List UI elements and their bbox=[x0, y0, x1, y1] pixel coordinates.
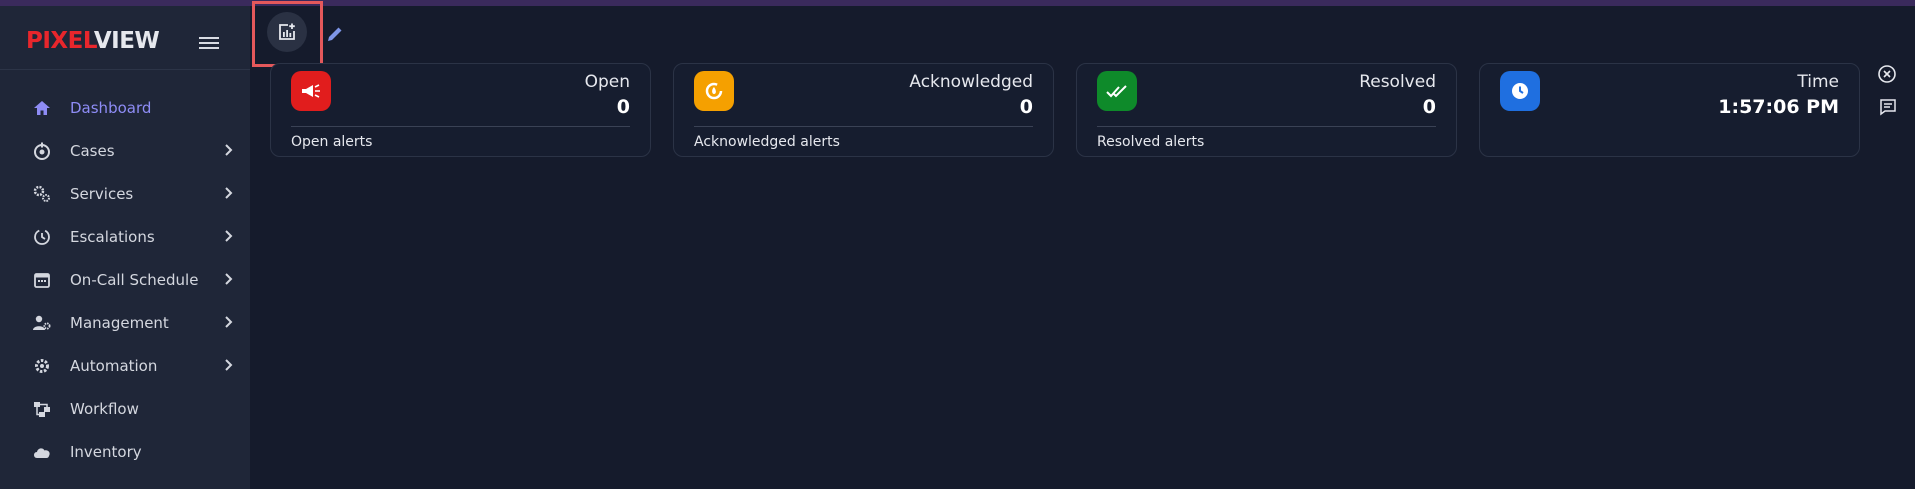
sidebar-item-workflow[interactable]: Workflow bbox=[0, 387, 250, 430]
resolved-badge bbox=[1097, 71, 1137, 111]
sidebar-item-cases[interactable]: Cases bbox=[0, 129, 250, 172]
double-check-icon bbox=[1106, 85, 1127, 98]
card-divider bbox=[291, 126, 630, 127]
sidebar-item-dashboard[interactable]: Dashboard bbox=[0, 86, 250, 129]
sidebar-item-on-call-schedule[interactable]: On-Call Schedule bbox=[0, 258, 250, 301]
acknowledged-alerts-card[interactable]: Acknowledged 0 Acknowledged alerts bbox=[673, 63, 1054, 157]
chevron-right-icon bbox=[225, 359, 233, 371]
time-badge bbox=[1500, 71, 1540, 111]
sidebar-item-management[interactable]: Management bbox=[0, 301, 250, 344]
brand-logo-part2: VIEW bbox=[93, 28, 160, 54]
card-footer: Acknowledged alerts bbox=[694, 134, 840, 150]
sidebar-item-label: Automation bbox=[70, 356, 158, 375]
cloud-icon bbox=[34, 448, 50, 458]
sidebar-item-escalations[interactable]: Escalations bbox=[0, 215, 250, 258]
workflow-icon bbox=[34, 402, 50, 417]
sidebar-item-label: On-Call Schedule bbox=[70, 270, 199, 289]
sidebar-item-automation[interactable]: Automation bbox=[0, 344, 250, 387]
brand-logo-part1: PIXEL bbox=[26, 28, 94, 54]
card-value: 0 bbox=[1422, 96, 1436, 118]
chevron-right-icon bbox=[225, 316, 233, 328]
edit-pencil-icon[interactable] bbox=[325, 24, 345, 44]
card-divider bbox=[694, 126, 1033, 127]
clock-icon bbox=[1512, 83, 1528, 99]
card-title: Time bbox=[1797, 72, 1839, 92]
card-title: Acknowledged bbox=[909, 72, 1033, 92]
acknowledge-icon bbox=[705, 82, 723, 100]
acknowledged-badge bbox=[694, 71, 734, 111]
current-time: 1:57:06 PM bbox=[1718, 96, 1839, 118]
card-value: 0 bbox=[616, 96, 630, 118]
sidebar-item-label: Cases bbox=[70, 141, 115, 160]
card-divider bbox=[1097, 126, 1436, 127]
menu-toggle-icon[interactable] bbox=[199, 34, 219, 54]
card-value: 0 bbox=[1019, 96, 1033, 118]
sidebar-item-label: Services bbox=[70, 184, 134, 203]
sidebar-item-label: Workflow bbox=[70, 399, 139, 418]
sidebar-item-label: Dashboard bbox=[70, 98, 152, 117]
services-gears-icon bbox=[33, 185, 50, 202]
sidebar-item-services[interactable]: Services bbox=[0, 172, 250, 215]
comment-icon[interactable] bbox=[1879, 98, 1897, 116]
resolved-alerts-card[interactable]: Resolved 0 Resolved alerts bbox=[1076, 63, 1457, 157]
open-badge bbox=[291, 71, 331, 111]
sidebar-item-label: Inventory bbox=[70, 442, 142, 461]
sidebar-nav: Dashboard Cases Services Escalations On-… bbox=[0, 86, 250, 473]
open-alerts-card[interactable]: Open 0 Open alerts bbox=[270, 63, 651, 157]
sidebar-item-label: Escalations bbox=[70, 227, 155, 246]
card-title: Resolved bbox=[1359, 72, 1436, 92]
sidebar-item-inventory[interactable]: Inventory bbox=[0, 430, 250, 473]
card-footer: Open alerts bbox=[291, 134, 373, 150]
cases-icon bbox=[34, 142, 50, 160]
brand-logo[interactable]: PIXELVIEW bbox=[26, 28, 160, 54]
top-accent-bar bbox=[0, 0, 1915, 6]
add-chart-icon bbox=[279, 23, 295, 40]
user-gear-icon bbox=[33, 315, 51, 330]
chevron-right-icon bbox=[225, 144, 233, 156]
escalations-icon bbox=[34, 229, 50, 245]
card-title: Open bbox=[584, 72, 630, 92]
megaphone-icon bbox=[302, 84, 320, 98]
automation-gear-icon bbox=[35, 359, 49, 373]
close-icon[interactable] bbox=[1877, 64, 1897, 84]
chevron-right-icon bbox=[225, 187, 233, 199]
sidebar: PIXELVIEW Dashboard Cases Services Escal… bbox=[0, 6, 250, 489]
calendar-icon bbox=[34, 273, 50, 288]
sidebar-item-label: Management bbox=[70, 313, 169, 332]
chevron-right-icon bbox=[225, 273, 233, 285]
chevron-right-icon bbox=[225, 230, 233, 242]
divider bbox=[0, 69, 250, 70]
home-icon bbox=[34, 101, 50, 115]
add-widget-button[interactable] bbox=[267, 12, 307, 52]
card-footer: Resolved alerts bbox=[1097, 134, 1205, 150]
time-card: Time 1:57:06 PM bbox=[1479, 63, 1860, 157]
